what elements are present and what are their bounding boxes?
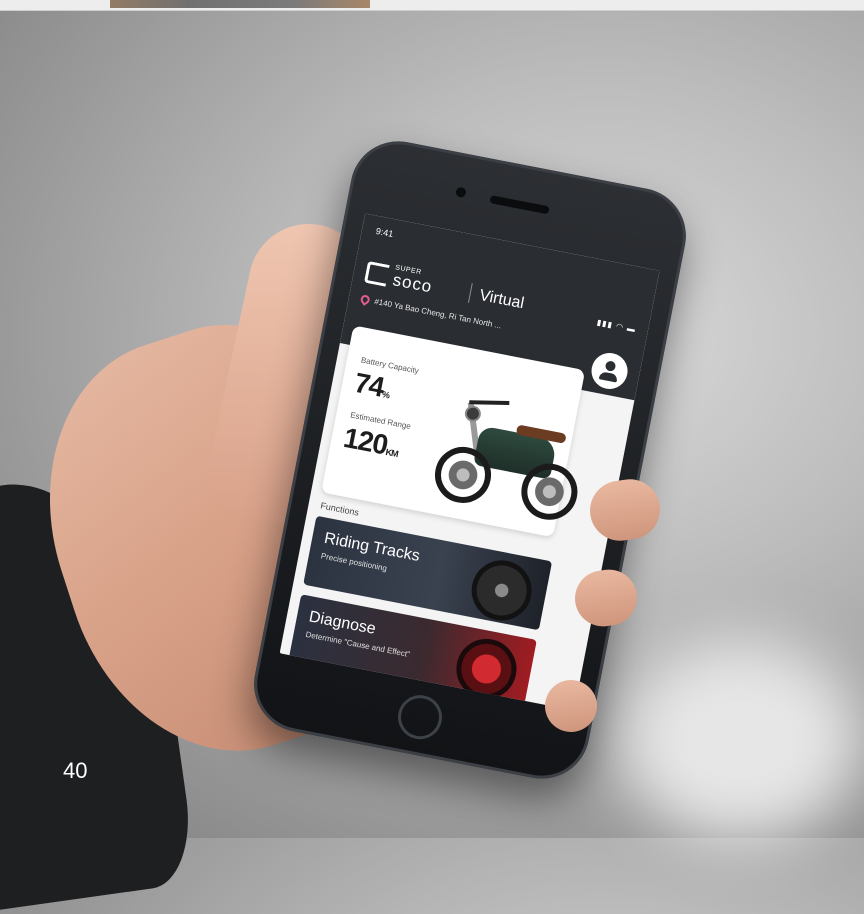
top-strip-graphic [110, 0, 370, 8]
brand-logo-mark [363, 260, 390, 287]
battery-capacity-value: 74% [352, 367, 394, 405]
top-edge-strip [0, 0, 864, 11]
functions-section-label: Functions [319, 500, 360, 518]
background-blur [620, 640, 860, 840]
tire-graphic-icon [466, 555, 537, 626]
home-button[interactable] [394, 691, 446, 743]
battery-capacity-unit: % [381, 389, 390, 401]
map-pin-icon [358, 293, 372, 306]
engine-graphic-icon [451, 633, 522, 705]
estimated-range-value: 120KM [341, 422, 402, 464]
app-screen: 9:41 ▮▮▮ ◠ ▬ SUPER soco Virtual #140 Ya … [279, 213, 660, 711]
page-title: Virtual [477, 286, 526, 313]
header-divider [467, 283, 473, 303]
brand-logo: SUPER soco [363, 259, 435, 296]
front-camera-icon [455, 186, 467, 199]
earpiece-speaker [489, 195, 550, 215]
user-avatar-body [598, 371, 619, 383]
motorcycle-image [425, 384, 595, 530]
user-avatar-icon [604, 360, 617, 372]
estimated-range-unit: KM [384, 446, 399, 459]
estimated-range-number: 120 [341, 421, 390, 461]
brand-logo-text: SUPER soco [391, 264, 435, 296]
motorcycle-headlamp [463, 404, 483, 424]
user-avatar-button[interactable] [588, 349, 631, 393]
page-number: 40 [63, 758, 88, 783]
status-bar-time: 9:41 [375, 225, 395, 240]
status-bar-icons: ▮▮▮ ◠ ▬ [596, 317, 637, 335]
motorcycle-handlebar [469, 400, 510, 405]
